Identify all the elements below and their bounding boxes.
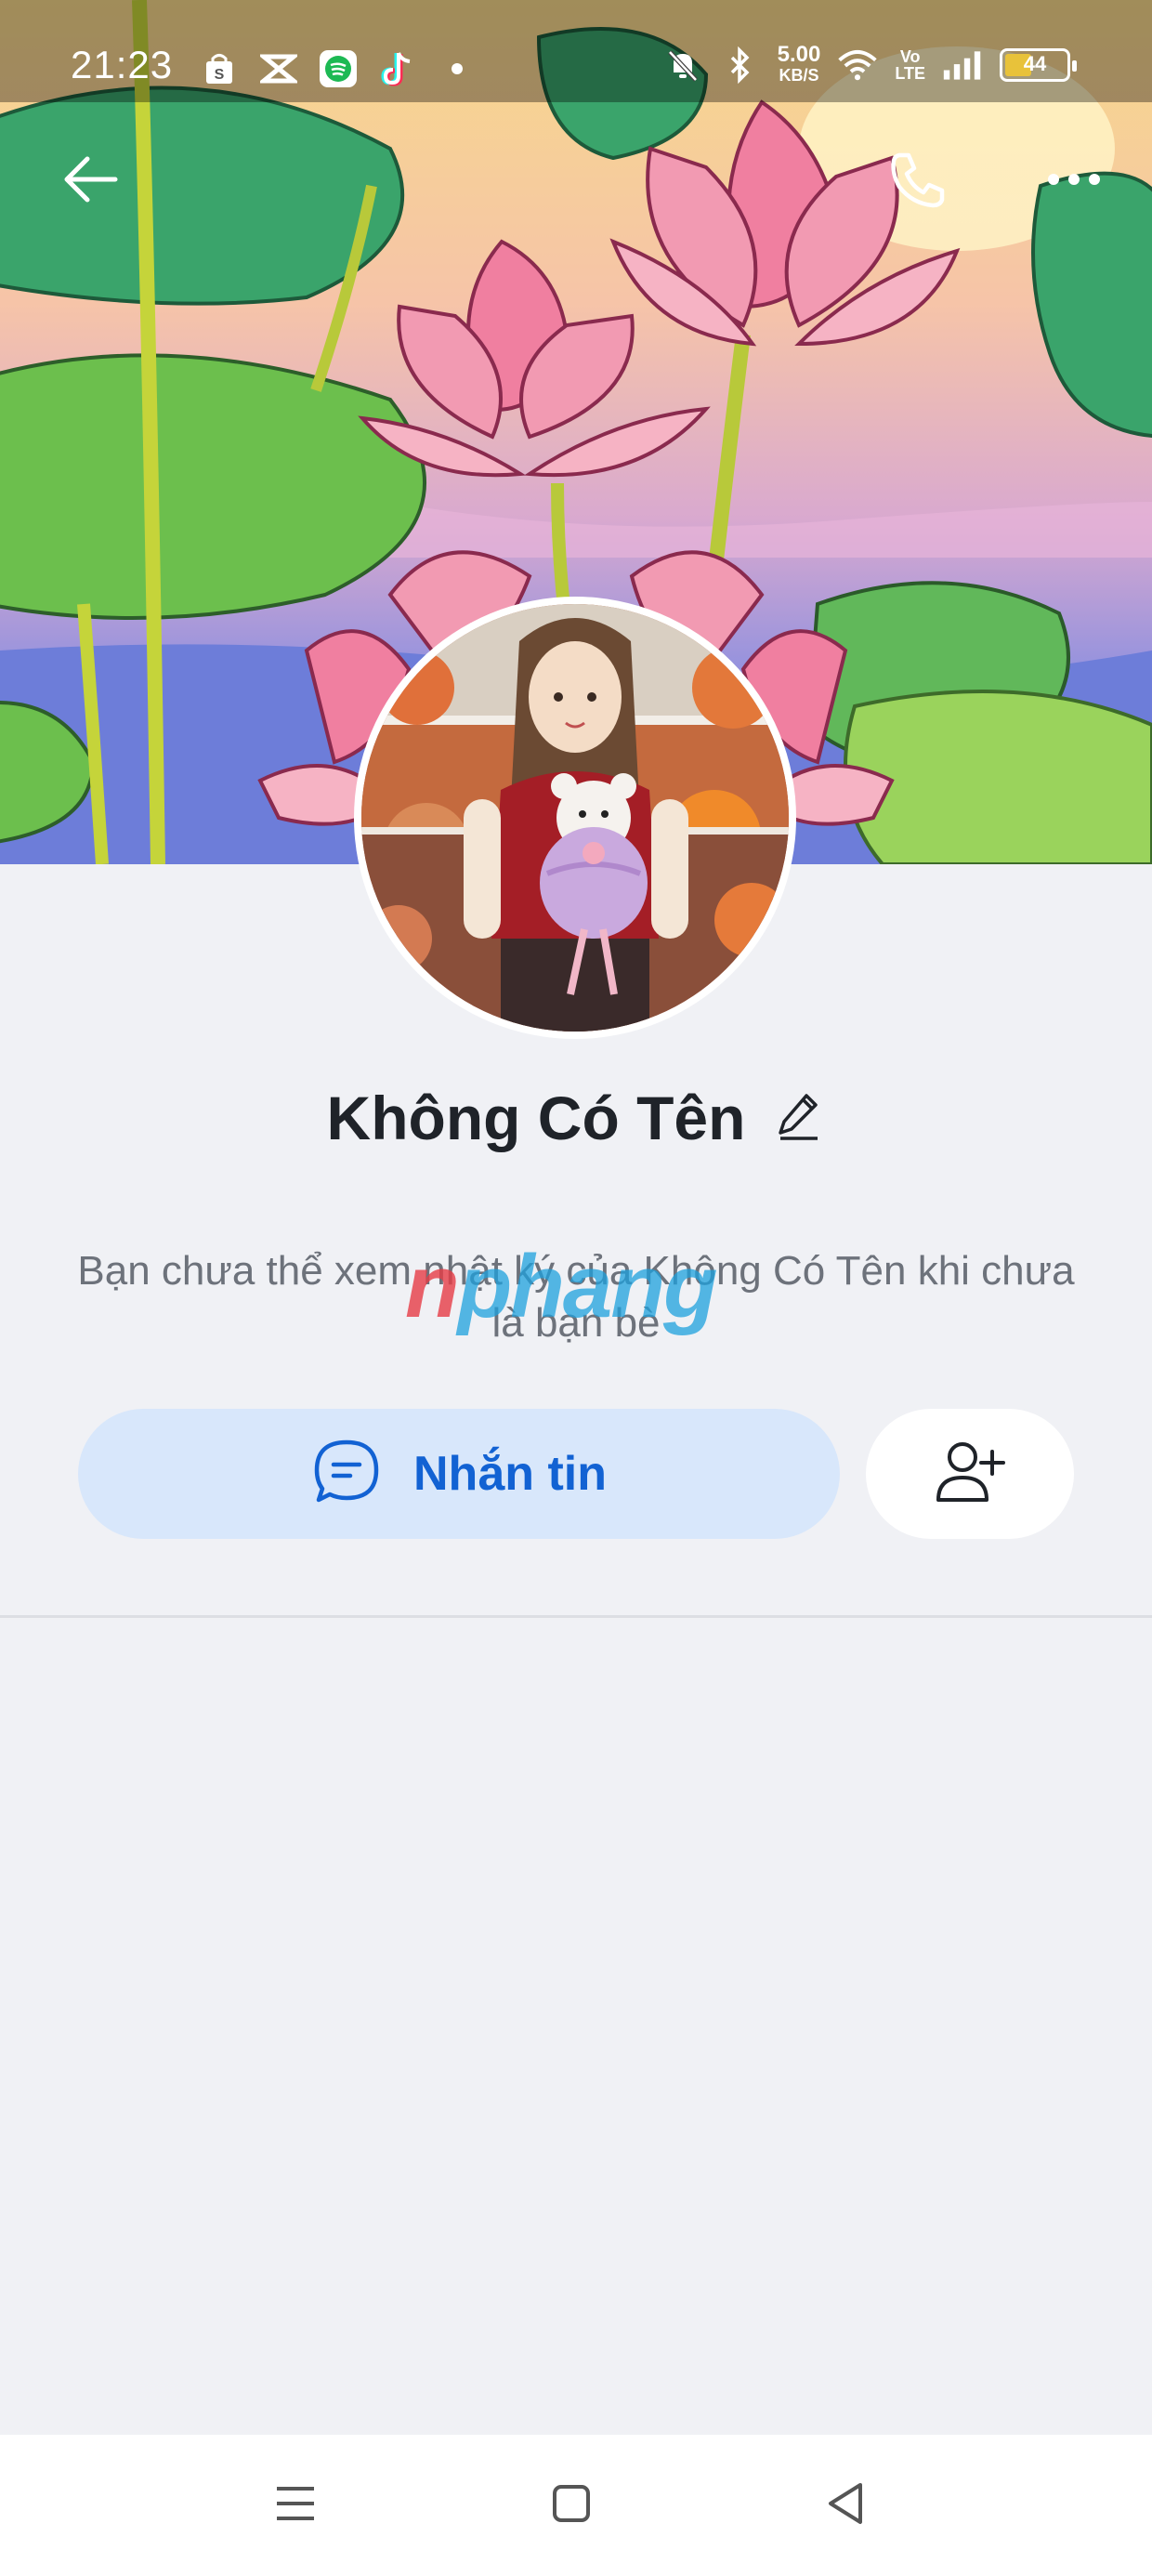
network-speed: 5.00 KB/S <box>777 42 821 85</box>
add-person-icon <box>933 1439 1007 1510</box>
capcut-icon <box>258 48 299 89</box>
back-button[interactable] <box>52 144 126 218</box>
triangle-back-icon <box>825 2481 866 2530</box>
system-status-icons: 5.00 KB/S Vo LTE 44 <box>662 42 1077 85</box>
profile-avatar[interactable] <box>354 597 796 1039</box>
watermark-rest: phang <box>457 1237 718 1336</box>
pencil-icon <box>777 1092 821 1145</box>
mute-bell-icon <box>662 45 703 85</box>
avatar-image <box>361 604 789 1032</box>
profile-name-row: Không Có Tên <box>0 1083 1152 1153</box>
more-options-button[interactable] <box>1037 144 1111 218</box>
recent-apps-button[interactable] <box>258 2468 333 2543</box>
battery-tip <box>1072 60 1077 72</box>
watermark-logo: nphang <box>405 1236 718 1338</box>
spotify-icon <box>318 48 359 89</box>
wifi-icon <box>837 45 878 85</box>
square-home-icon <box>551 2483 592 2529</box>
net-speed-unit: KB/S <box>779 66 819 85</box>
call-button[interactable] <box>881 144 955 218</box>
volte-top: Vo <box>899 47 921 66</box>
tiktok-icon <box>377 48 418 89</box>
section-divider <box>0 1615 1152 1618</box>
add-friend-button[interactable] <box>866 1409 1074 1539</box>
send-message-label: Nhắn tin <box>413 1447 607 1501</box>
status-time: 21:23 <box>71 43 174 86</box>
profile-name: Không Có Tên <box>326 1084 746 1152</box>
svg-text:S: S <box>215 67 225 83</box>
menu-lines-icon <box>273 2483 318 2529</box>
net-speed-value: 5.00 <box>777 42 821 67</box>
home-button[interactable] <box>534 2468 609 2543</box>
phone-icon <box>886 148 949 216</box>
volte-indicator: Vo LTE <box>895 48 925 82</box>
system-back-button[interactable] <box>808 2468 883 2543</box>
bluetooth-icon <box>720 45 761 85</box>
signal-strength-icon <box>942 45 983 85</box>
status-bar: 21:23 S 5.00 KB/S Vo LTE 44 <box>0 0 1152 102</box>
battery-level: 44 <box>1023 52 1047 75</box>
chat-bubble-icon <box>311 1437 382 1512</box>
more-notifications-dot-icon <box>437 48 478 89</box>
send-message-button[interactable]: Nhắn tin <box>78 1409 840 1539</box>
edit-name-button[interactable] <box>773 1092 825 1144</box>
arrow-left-icon <box>59 153 119 210</box>
shopping-bag-icon: S <box>199 48 240 89</box>
more-dots-icon <box>1046 172 1102 191</box>
system-navigation-bar <box>0 2435 1152 2576</box>
watermark-first: n <box>405 1237 460 1336</box>
volte-bottom: LTE <box>895 64 925 83</box>
battery-indicator: 44 <box>1000 48 1077 82</box>
notification-icons: S <box>199 48 478 89</box>
